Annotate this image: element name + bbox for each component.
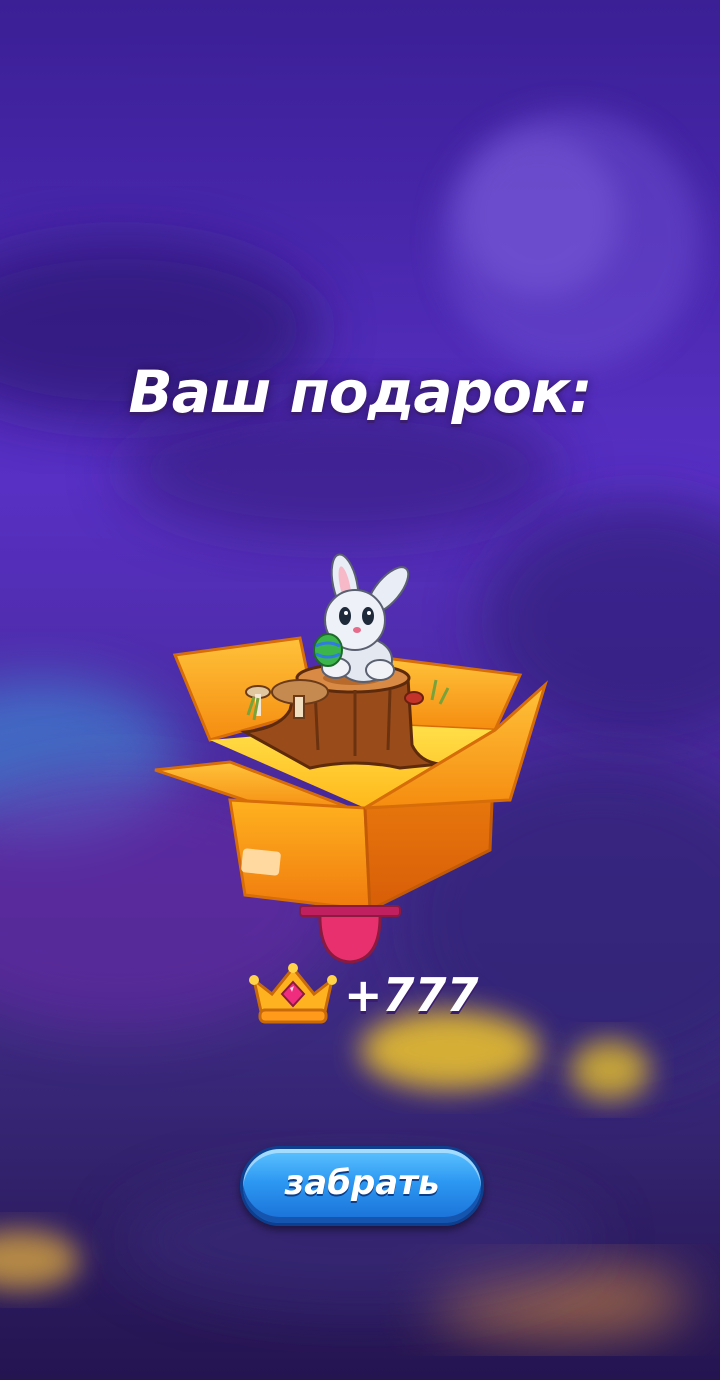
ribbon-tab — [318, 908, 382, 964]
reward-amount: +777 — [344, 968, 479, 1022]
claim-button-label: забрать — [284, 1163, 440, 1203]
claim-button[interactable]: забрать — [240, 1146, 484, 1226]
gift-box-with-bunny — [154, 553, 549, 964]
page-title: Ваш подарок: — [128, 358, 593, 426]
reward-row: +777 — [248, 960, 488, 1030]
crown-icon — [249, 963, 337, 1024]
